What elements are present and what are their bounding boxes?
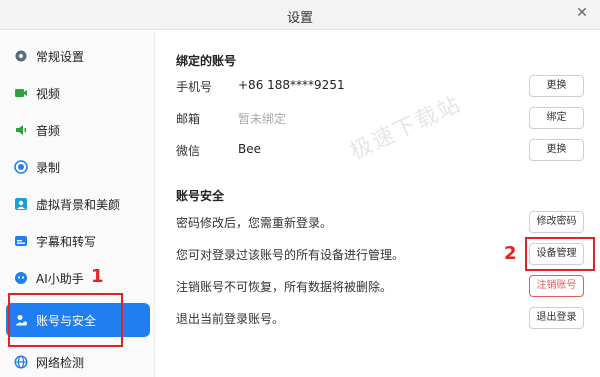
- logout-button[interactable]: 退出登录: [529, 307, 584, 329]
- sidebar-item-label: 字幕和转写: [36, 235, 97, 249]
- device-management-text: 您可对登录过该账号的所有设备进行管理。: [176, 248, 405, 262]
- sidebar-item-label: 账号与安全: [36, 314, 97, 328]
- globe-icon: [14, 355, 28, 369]
- bound-accounts-title: 绑定的账号: [176, 54, 237, 68]
- delete-account-text: 注销账号不可恢复，所有数据将被删除。: [176, 280, 393, 294]
- sidebar-item-label: 常规设置: [36, 50, 85, 64]
- gear-icon: [14, 49, 28, 63]
- sidebar-item-label: 视频: [36, 87, 61, 101]
- phone-label: 手机号: [176, 80, 213, 94]
- account-security-icon: [14, 313, 28, 327]
- title-bar: 设置 ✕: [0, 0, 600, 30]
- password-change-text: 密码修改后，您需重新登录。: [176, 216, 333, 230]
- sidebar-item-video[interactable]: 视频: [6, 76, 150, 110]
- speaker-icon: [14, 123, 28, 137]
- change-password-button[interactable]: 修改密码: [529, 211, 584, 233]
- account-security-title: 账号安全: [176, 189, 225, 203]
- phone-value: +86 188****9251: [238, 78, 345, 92]
- video-camera-icon: [14, 86, 28, 100]
- email-value: 暂未绑定: [238, 112, 287, 126]
- change-wechat-button[interactable]: 更换: [529, 139, 584, 161]
- sidebar-item-virtual-background[interactable]: 虚拟背景和美颜: [6, 187, 150, 221]
- record-icon: [14, 160, 28, 174]
- sidebar: 常规设置 视频 音频 录制 虚拟背景和美颜 字幕和转写 AI小助手 账号与安全 …: [0, 31, 155, 377]
- portrait-icon: [14, 197, 28, 211]
- account-security-panel: 绑定的账号 手机号 +86 188****9251 更换 邮箱 暂未绑定 绑定 …: [156, 31, 600, 377]
- sidebar-item-label: AI小助手: [36, 272, 84, 286]
- delete-account-button[interactable]: 注销账号: [529, 275, 584, 297]
- sidebar-item-captions[interactable]: 字幕和转写: [6, 224, 150, 258]
- sidebar-item-general[interactable]: 常规设置: [6, 39, 150, 73]
- logout-text: 退出当前登录账号。: [176, 312, 285, 326]
- close-icon[interactable]: ✕: [574, 5, 590, 21]
- device-management-button[interactable]: 设备管理: [529, 243, 584, 265]
- annotation-marker-1: 1: [91, 266, 104, 287]
- wechat-label: 微信: [176, 144, 201, 158]
- sidebar-item-label: 网络检测: [36, 356, 85, 370]
- email-label: 邮箱: [176, 112, 201, 126]
- sidebar-item-label: 虚拟背景和美颜: [36, 198, 121, 212]
- sidebar-item-label: 音频: [36, 124, 61, 138]
- sidebar-item-label: 录制: [36, 161, 61, 175]
- sidebar-item-audio[interactable]: 音频: [6, 113, 150, 147]
- annotation-marker-2: 2: [504, 243, 517, 264]
- ai-assistant-icon: [14, 271, 28, 285]
- caption-icon: [14, 234, 28, 248]
- sidebar-item-record[interactable]: 录制: [6, 150, 150, 184]
- sidebar-item-ai-assistant[interactable]: AI小助手: [6, 261, 150, 295]
- sidebar-item-network-test[interactable]: 网络检测: [6, 345, 150, 377]
- wechat-value: Bee: [238, 142, 261, 156]
- bind-email-button[interactable]: 绑定: [529, 107, 584, 129]
- sidebar-item-account-security[interactable]: 账号与安全: [6, 303, 150, 337]
- window-title: 设置: [286, 11, 313, 26]
- change-phone-button[interactable]: 更换: [529, 75, 584, 97]
